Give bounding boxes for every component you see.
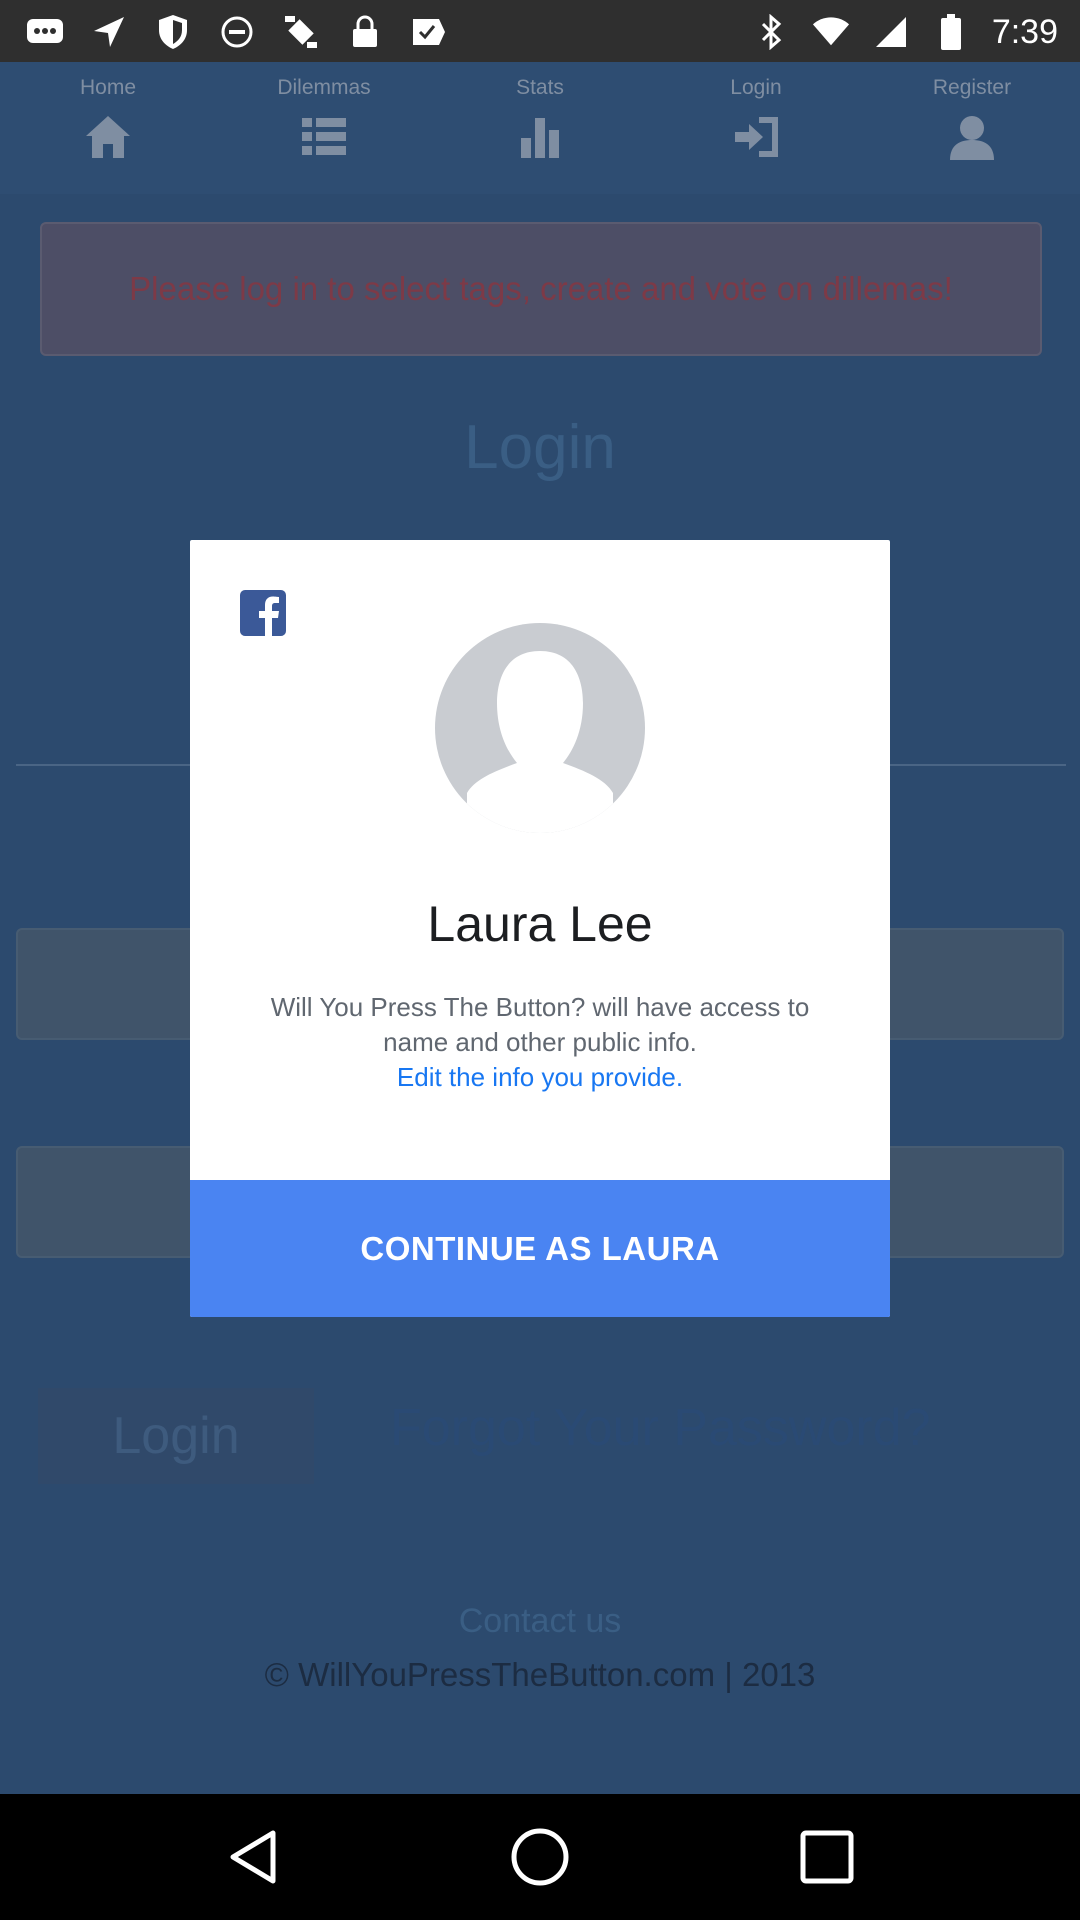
forgot-password-link[interactable]: Forgot Your Password?: [390, 1398, 931, 1458]
status-time: 7:39: [991, 12, 1058, 51]
bar-chart-icon: [521, 118, 559, 158]
sign-in-icon: [735, 117, 778, 157]
copyright-text: © WillYouPressTheButton.com | 2013: [264, 1656, 816, 1693]
home-icon: [86, 116, 130, 158]
continue-button[interactable]: CONTINUE AS LAURA: [190, 1180, 890, 1317]
contact-us-link[interactable]: Contact us: [0, 1602, 1080, 1641]
list-icon: [302, 118, 346, 155]
top-navigation: Home Dilemmas Stats Login Register: [0, 62, 1080, 194]
battery-icon: [932, 13, 970, 51]
nav-label: Register: [932, 76, 1012, 99]
lock-icon: [346, 13, 384, 51]
wifi-icon: [812, 13, 850, 51]
avatar: [435, 623, 645, 833]
login-button[interactable]: Login: [38, 1388, 314, 1484]
nav-label: Login: [730, 76, 782, 99]
permission-description: Will You Press The Button? will have acc…: [270, 992, 810, 1057]
nav-label: Dilemmas: [277, 76, 371, 99]
home-button-icon[interactable]: [508, 1825, 572, 1889]
status-bar: 7:39: [0, 0, 1080, 62]
user-icon: [950, 116, 994, 160]
login-required-alert: Please log in to select tags, create and…: [40, 222, 1042, 356]
nav-label: Stats: [516, 76, 564, 99]
minus-circle-icon: [218, 13, 256, 51]
back-icon[interactable]: [221, 1825, 285, 1889]
messages-icon: [26, 13, 64, 51]
check-tag-icon: [410, 13, 448, 51]
signal-icon: [872, 13, 910, 51]
shield-icon: [154, 13, 192, 51]
permission-text: Will You Press The Button? will have acc…: [250, 990, 830, 1095]
system-navigation-bar: [0, 1794, 1080, 1920]
page-title: Login: [464, 413, 616, 482]
nav-dilemmas[interactable]: Dilemmas: [216, 62, 432, 194]
fake-gps-icon: [282, 13, 320, 51]
edit-info-link[interactable]: Edit the info you provide.: [250, 1060, 830, 1095]
nav-register[interactable]: Register: [864, 62, 1080, 194]
navigation-icon: [90, 13, 128, 51]
nav-label: Home: [79, 76, 137, 99]
nav-home[interactable]: Home: [0, 62, 216, 194]
alert-message: Please log in to select tags, create and…: [129, 270, 953, 307]
recents-icon[interactable]: [795, 1825, 859, 1889]
nav-stats[interactable]: Stats: [432, 62, 648, 194]
nav-login[interactable]: Login: [648, 62, 864, 194]
facebook-icon: [240, 590, 286, 636]
bluetooth-icon: [752, 13, 790, 51]
user-name: Laura Lee: [427, 896, 653, 952]
facebook-login-dialog: Laura Lee Will You Press The Button? wil…: [190, 540, 890, 1317]
